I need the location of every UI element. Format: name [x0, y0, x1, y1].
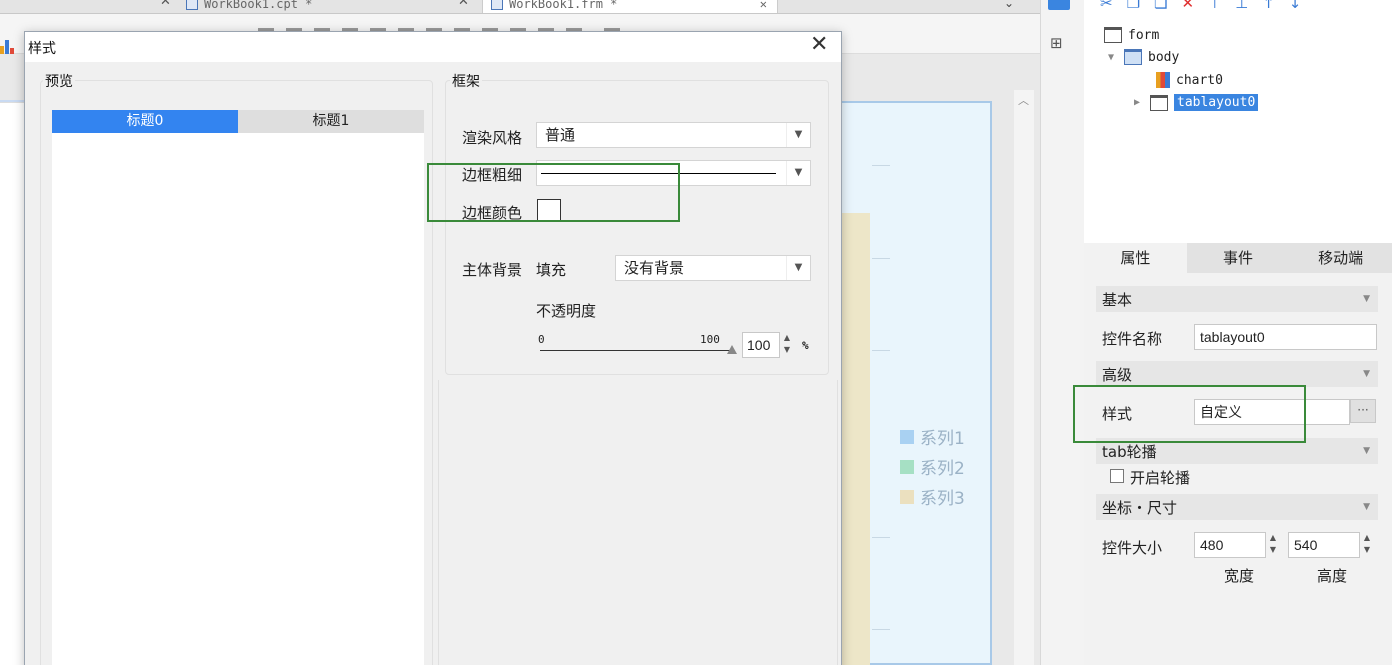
opacity-input[interactable]: 100 — [742, 332, 780, 358]
tree-toolbar: ✂❐❏✕⊤⊥↑↓ — [1100, 0, 1315, 12]
file-tab-frm[interactable]: WorkBook1.frm * ✕ — [482, 0, 778, 13]
form-icon — [1104, 27, 1122, 43]
chart-icon — [1156, 72, 1170, 88]
copy-icon[interactable]: ❐ — [1127, 0, 1154, 12]
background-label: 主体背景 — [462, 261, 523, 279]
carousel-label: 开启轮播 — [1130, 469, 1191, 487]
height-input[interactable]: 540 — [1288, 532, 1360, 558]
opacity-spinner[interactable]: ▲ ▼ — [780, 332, 794, 358]
up-icon[interactable]: ↑ — [1262, 0, 1289, 12]
legend-item: 系列2 — [900, 454, 965, 479]
legend-item: 系列3 — [900, 484, 965, 509]
render-style-label: 渲染风格 — [462, 129, 523, 147]
move-down-icon[interactable]: ⊥ — [1235, 0, 1262, 12]
preview-tab-0: 标题0 — [52, 110, 238, 133]
chart-gridline — [872, 537, 890, 538]
chevron-down-icon: ▼ — [1363, 446, 1370, 456]
section-coords-size[interactable]: 坐标・尺寸 ▼ — [1096, 494, 1378, 520]
chart-gridline — [872, 350, 890, 351]
expand-arrow-icon[interactable]: ▶ — [1134, 97, 1144, 108]
chart-gridline — [872, 165, 890, 166]
opacity-slider-track[interactable] — [540, 350, 734, 351]
chevron-down-icon: ▼ — [786, 123, 810, 147]
canvas-scrollbar[interactable] — [1014, 90, 1034, 665]
render-style-select[interactable]: 普通 ▼ — [536, 122, 811, 148]
opacity-unit: % — [802, 339, 809, 352]
width-input[interactable]: 480 — [1194, 532, 1266, 558]
tab-mobile[interactable]: 移动端 — [1289, 243, 1392, 273]
chevron-down-icon: ▼ — [786, 161, 810, 185]
highlight-box — [427, 163, 680, 222]
chevron-down-icon: ▼ — [1363, 502, 1370, 512]
style-edit-button[interactable]: ··· — [1350, 399, 1376, 423]
chart-widget-icon[interactable] — [0, 34, 18, 56]
dock-strip — [1040, 0, 1084, 665]
file-tab-strip: ✕ WorkBook1.cpt * ✕ WorkBook1.frm * ✕ ⌄ — [0, 0, 1040, 14]
tree-node-form[interactable]: form — [1104, 27, 1159, 43]
legend-swatch — [900, 489, 914, 504]
preview-group-title: 预览 — [43, 71, 75, 91]
tree-node-chart0[interactable]: chart0 — [1156, 72, 1223, 88]
widget-name-input[interactable]: tablayout0 — [1194, 324, 1377, 350]
close-tab-icon[interactable]: ✕ — [458, 0, 469, 9]
height-spinner[interactable]: ▲ ▼ — [1360, 532, 1374, 558]
tree-node-body[interactable]: ▼ body — [1108, 49, 1179, 65]
dialog-title: 样式 — [28, 41, 56, 57]
carousel-checkbox[interactable] — [1110, 469, 1124, 483]
legend-swatch — [900, 429, 914, 444]
legend-item: 系列1 — [900, 424, 965, 449]
highlight-box — [1073, 385, 1306, 443]
opacity-min-label: 0 — [538, 333, 545, 346]
width-caption: 宽度 — [1224, 567, 1255, 585]
close-tab-icon[interactable]: ✕ — [160, 0, 171, 9]
fill-select[interactable]: 没有背景 ▼ — [615, 255, 811, 281]
form-file-icon — [491, 0, 503, 10]
collapse-arrow-icon[interactable]: ▼ — [1108, 52, 1118, 63]
delete-icon[interactable]: ✕ — [1181, 0, 1208, 12]
section-basic[interactable]: 基本 ▼ — [1096, 286, 1378, 312]
close-tab-icon[interactable]: ✕ — [760, 0, 767, 11]
opacity-label: 不透明度 — [536, 302, 597, 320]
layout-grid-icon[interactable]: ⊞ — [1050, 34, 1063, 52]
chart-gridline — [872, 258, 890, 259]
widget-size-label: 控件大小 — [1102, 539, 1163, 557]
chart-bar — [842, 213, 870, 665]
chart-file-icon — [186, 0, 198, 10]
tablayout-icon — [1150, 94, 1168, 111]
frame-group-title: 框架 — [450, 71, 482, 91]
preview-area — [52, 110, 424, 665]
chart-gridline — [872, 629, 890, 630]
down-icon[interactable]: ↓ — [1289, 0, 1316, 12]
widget-name-label: 控件名称 — [1102, 330, 1163, 348]
move-up-icon[interactable]: ⊤ — [1208, 0, 1235, 12]
paste-icon[interactable]: ❏ — [1154, 0, 1181, 12]
fill-label: 填充 — [536, 261, 567, 279]
tab-events[interactable]: 事件 — [1187, 243, 1290, 273]
frame-lower-area — [438, 380, 838, 665]
chevron-down-icon: ▼ — [786, 256, 810, 280]
chevron-down-icon: ▼ — [1363, 369, 1370, 379]
canvas-left-panel — [0, 102, 24, 665]
widget-tree-toggle-icon[interactable] — [1048, 0, 1070, 10]
cut-icon[interactable]: ✂ — [1100, 0, 1127, 12]
chevron-down-icon: ▼ — [1363, 294, 1370, 304]
close-icon[interactable]: ✕ — [810, 33, 828, 57]
scroll-up-icon[interactable]: ︿ — [1018, 92, 1029, 108]
height-caption: 高度 — [1317, 567, 1348, 585]
legend-swatch — [900, 459, 914, 474]
properties-tabs: 属性 事件 移动端 — [1084, 243, 1392, 273]
tab-list-chevron-icon[interactable]: ⌄ — [1004, 0, 1014, 10]
width-spinner[interactable]: ▲ ▼ — [1266, 532, 1280, 558]
tab-properties[interactable]: 属性 — [1084, 243, 1187, 273]
body-icon — [1124, 49, 1142, 65]
opacity-max-label: 100 — [700, 333, 720, 346]
preview-tab-1: 标题1 — [238, 110, 424, 133]
tree-node-tablayout0[interactable]: ▶ tablayout0 — [1134, 94, 1259, 111]
section-advanced[interactable]: 高级 ▼ — [1096, 361, 1378, 387]
opacity-slider-thumb[interactable] — [727, 345, 737, 354]
file-tab-cpt[interactable]: WorkBook1.cpt * — [186, 0, 312, 13]
